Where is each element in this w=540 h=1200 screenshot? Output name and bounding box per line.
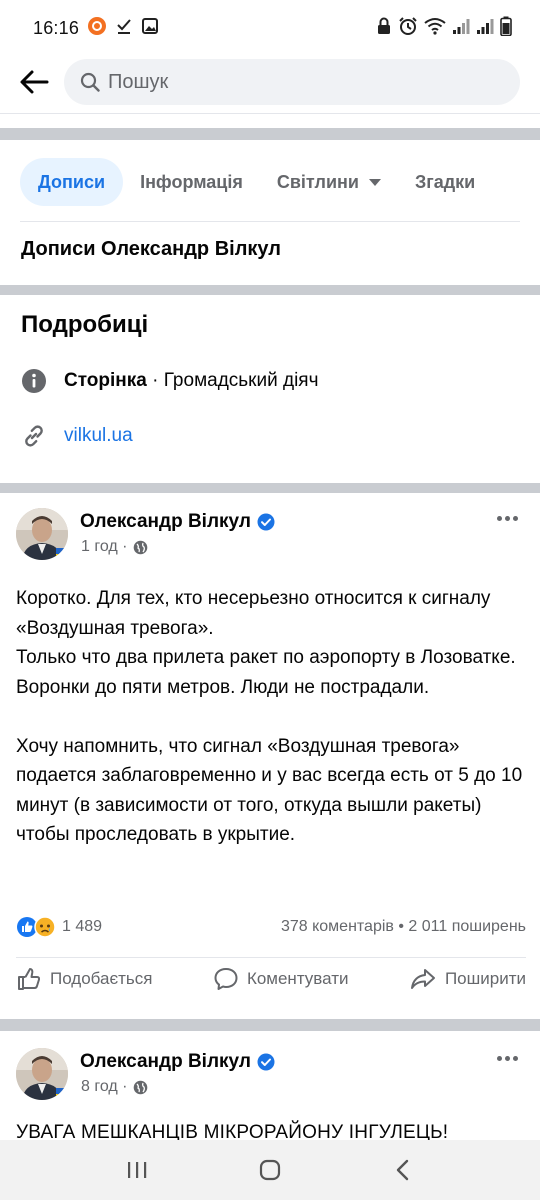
like-label: Подобається (50, 969, 153, 988)
category-label: Сторінка (64, 370, 147, 391)
details-title: Подробиці (21, 311, 149, 338)
app-notification-icon (87, 16, 107, 41)
reactions-summary[interactable]: 1 489 (16, 916, 102, 938)
back-arrow-icon (20, 70, 49, 94)
section-divider (0, 1019, 540, 1031)
signal-icon-2 (476, 17, 494, 40)
recent-apps-icon (127, 1162, 146, 1178)
tab-about[interactable]: Інформація (123, 158, 260, 206)
info-icon (21, 368, 47, 394)
home-button[interactable] (240, 1145, 300, 1195)
post-header: Олександр Вілкул 1 год · (16, 508, 275, 560)
recent-apps-button[interactable] (107, 1145, 167, 1195)
tabs-divider (20, 221, 520, 222)
wifi-icon (424, 17, 446, 40)
post-header: Олександр Вілкул 8 год · (16, 1048, 275, 1100)
search-input[interactable]: Пошук (64, 59, 520, 105)
verified-badge-icon (257, 1053, 275, 1071)
lock-icon (376, 17, 392, 40)
comment-button[interactable]: Коментувати (213, 966, 349, 992)
status-time: 16:16 (33, 17, 80, 38)
download-done-icon (115, 17, 133, 40)
profile-tabs: Дописи Інформація Світлини Згадки (20, 158, 492, 206)
post-paragraph: Только что два прилета ракет по аэропорт… (16, 647, 516, 698)
tab-mentions[interactable]: Згадки (398, 158, 492, 206)
post-paragraph: Коротко. Для тех, кто несерьезно относит… (16, 588, 491, 639)
globe-icon (133, 1080, 148, 1095)
search-icon (80, 72, 100, 92)
dropdown-caret-icon (368, 178, 381, 186)
reaction-count: 1 489 (62, 918, 103, 935)
comment-icon (214, 968, 238, 990)
posts-heading: Дописи Олександр Вілкул (21, 238, 281, 260)
image-notification-icon (141, 17, 159, 40)
tab-photos[interactable]: Світлини (260, 158, 398, 206)
more-options-button[interactable] (497, 1056, 518, 1061)
thumbs-up-icon (18, 968, 41, 990)
battery-icon (500, 16, 512, 41)
avatar[interactable] (16, 1048, 68, 1100)
home-icon (259, 1159, 281, 1181)
comments-shares-count[interactable]: 378 коментарів • 2 011 поширень (281, 918, 526, 936)
signal-icon (452, 17, 470, 40)
share-icon (410, 969, 435, 989)
link-icon (21, 423, 47, 449)
post-time[interactable]: 8 год · (81, 1078, 127, 1096)
avatar[interactable] (16, 508, 68, 560)
comment-label: Коментувати (246, 969, 349, 988)
tab-posts[interactable]: Дописи (20, 158, 124, 206)
more-options-button[interactable] (497, 516, 518, 521)
post-paragraph: Хочу напомнить, что сигнал «Воздушная тр… (16, 735, 523, 846)
globe-icon (133, 540, 148, 555)
post-actions: Подобається Коментувати Поширити (16, 966, 526, 992)
back-button[interactable] (14, 62, 54, 102)
search-placeholder: Пошук (108, 70, 169, 93)
search-header: Пошук (0, 52, 540, 112)
status-bar: 16:16 (0, 0, 540, 56)
reactions-row: 1 489 378 коментарів • 2 011 поширень (16, 916, 526, 938)
detail-category: Сторінка · Громадський діяч (21, 368, 319, 394)
post-time[interactable]: 1 год · (81, 538, 127, 556)
verified-badge-icon (257, 513, 275, 531)
post-meta: 1 год · (81, 538, 275, 556)
share-button[interactable]: Поширити (409, 966, 526, 992)
section-divider (0, 483, 540, 493)
system-back-button[interactable] (373, 1145, 433, 1195)
detail-website[interactable]: vilkul.ua (21, 423, 133, 449)
section-divider (0, 128, 540, 140)
alarm-icon (398, 16, 418, 41)
post-meta: 8 год · (81, 1078, 275, 1096)
section-divider (0, 285, 540, 295)
sad-reaction-icon (34, 916, 56, 938)
website-link[interactable]: vilkul.ua (64, 425, 133, 447)
header-divider (0, 113, 540, 114)
like-button[interactable]: Подобається (16, 966, 153, 992)
post-author[interactable]: Олександр Вілкул (80, 1051, 275, 1073)
chevron-left-icon (397, 1159, 409, 1181)
post-text: Коротко. Для тех, кто несерьезно относит… (16, 584, 526, 850)
system-nav-bar (0, 1140, 540, 1200)
actions-divider (16, 957, 526, 958)
share-label: Поширити (444, 969, 526, 988)
post-author[interactable]: Олександр Вілкул (80, 511, 275, 533)
category-value: · Громадський діяч (152, 370, 319, 391)
